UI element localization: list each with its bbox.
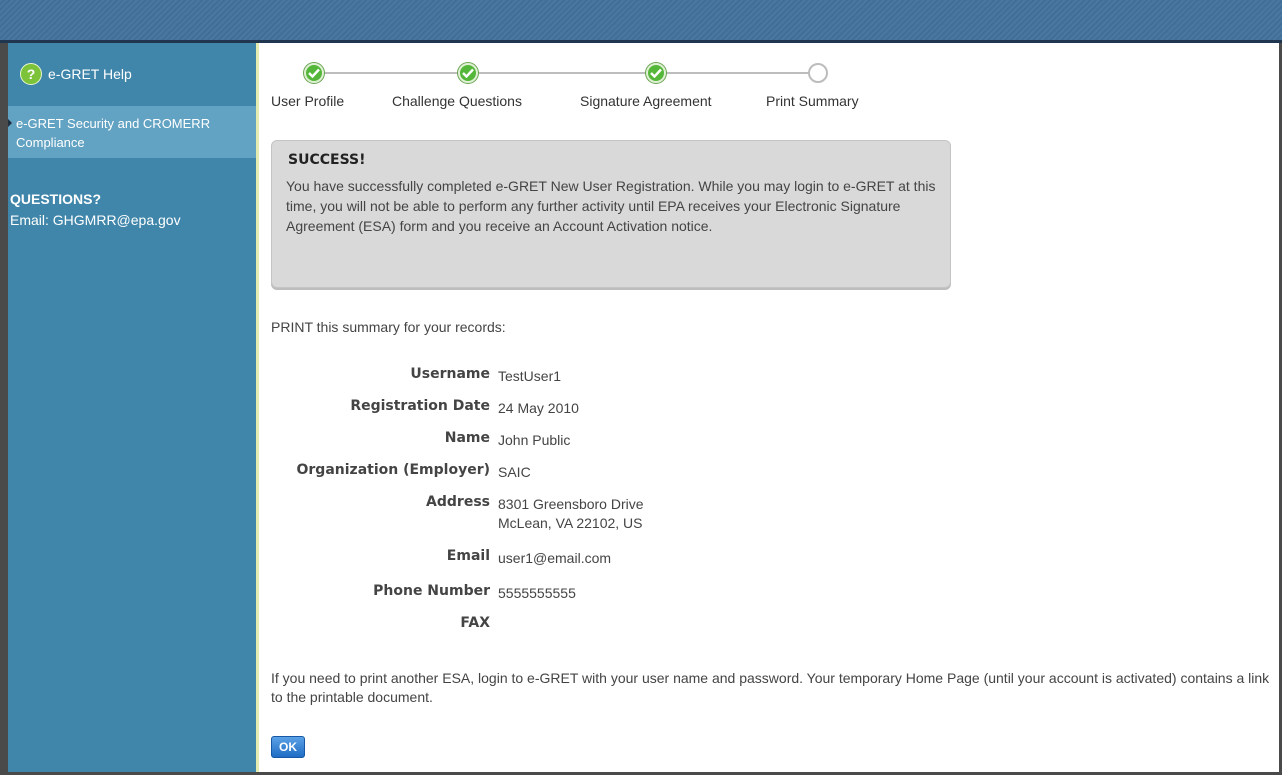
help-link[interactable]: ? e-GRET Help: [20, 63, 132, 85]
questions-heading: QUESTIONS?: [10, 191, 102, 207]
step-connector: [656, 72, 816, 74]
arrow-right-icon: [8, 119, 12, 127]
sidebar-divider: [256, 43, 259, 772]
pending-step-icon: [808, 63, 828, 83]
email-value: user1@email.com: [498, 550, 612, 566]
step-label-signature-agreement: Signature Agreement: [580, 93, 712, 109]
sidebar-item-security[interactable]: e-GRET Security and CROMERR Compliance: [8, 106, 256, 158]
name-label: Name: [444, 430, 490, 446]
fax-label: FAX: [460, 615, 490, 631]
step-label-print-summary: Print Summary: [766, 93, 859, 109]
success-text: You have successfully completed e-GRET N…: [286, 178, 936, 234]
contact-email: Email: GHGMRR@epa.gov: [10, 212, 181, 228]
step-connector: [314, 72, 468, 74]
header-banner: [0, 0, 1282, 40]
email-label: Email: [446, 548, 490, 564]
username-value: TestUser1: [498, 368, 562, 384]
registration-date-label: Registration Date: [350, 398, 490, 414]
left-frame: [0, 43, 8, 775]
address-line1: 8301 Greensboro Drive: [498, 496, 644, 512]
help-link-label: e-GRET Help: [48, 66, 132, 82]
registration-date-value: 24 May 2010: [498, 400, 579, 416]
sidebar-item-label: e-GRET Security and CROMERR Compliance: [16, 116, 211, 150]
organization-label: Organization (Employer): [296, 462, 491, 478]
check-icon: [646, 63, 666, 83]
reprint-instructions: If you need to print another ESA, login …: [271, 670, 1270, 705]
ok-button[interactable]: OK: [271, 736, 305, 758]
step-label-user-profile: User Profile: [271, 93, 345, 109]
help-icon: ?: [20, 63, 42, 85]
check-icon: [458, 63, 478, 83]
phone-label: Phone Number: [373, 583, 490, 599]
step-label-challenge-questions: Challenge Questions: [392, 93, 522, 109]
username-label: Username: [410, 366, 490, 382]
step-connector: [468, 72, 656, 74]
success-title: SUCCESS!: [288, 152, 366, 168]
address-label: Address: [426, 494, 490, 510]
address-line2: McLean, VA 22102, US: [498, 515, 643, 531]
organization-value: SAIC: [498, 464, 531, 480]
check-icon: [304, 63, 324, 83]
name-value: John Public: [498, 432, 571, 448]
print-instruction: PRINT this summary for your records:: [271, 319, 506, 335]
success-message-box: SUCCESS! You have successfully completed…: [271, 140, 951, 288]
phone-value: 5555555555: [498, 585, 576, 601]
